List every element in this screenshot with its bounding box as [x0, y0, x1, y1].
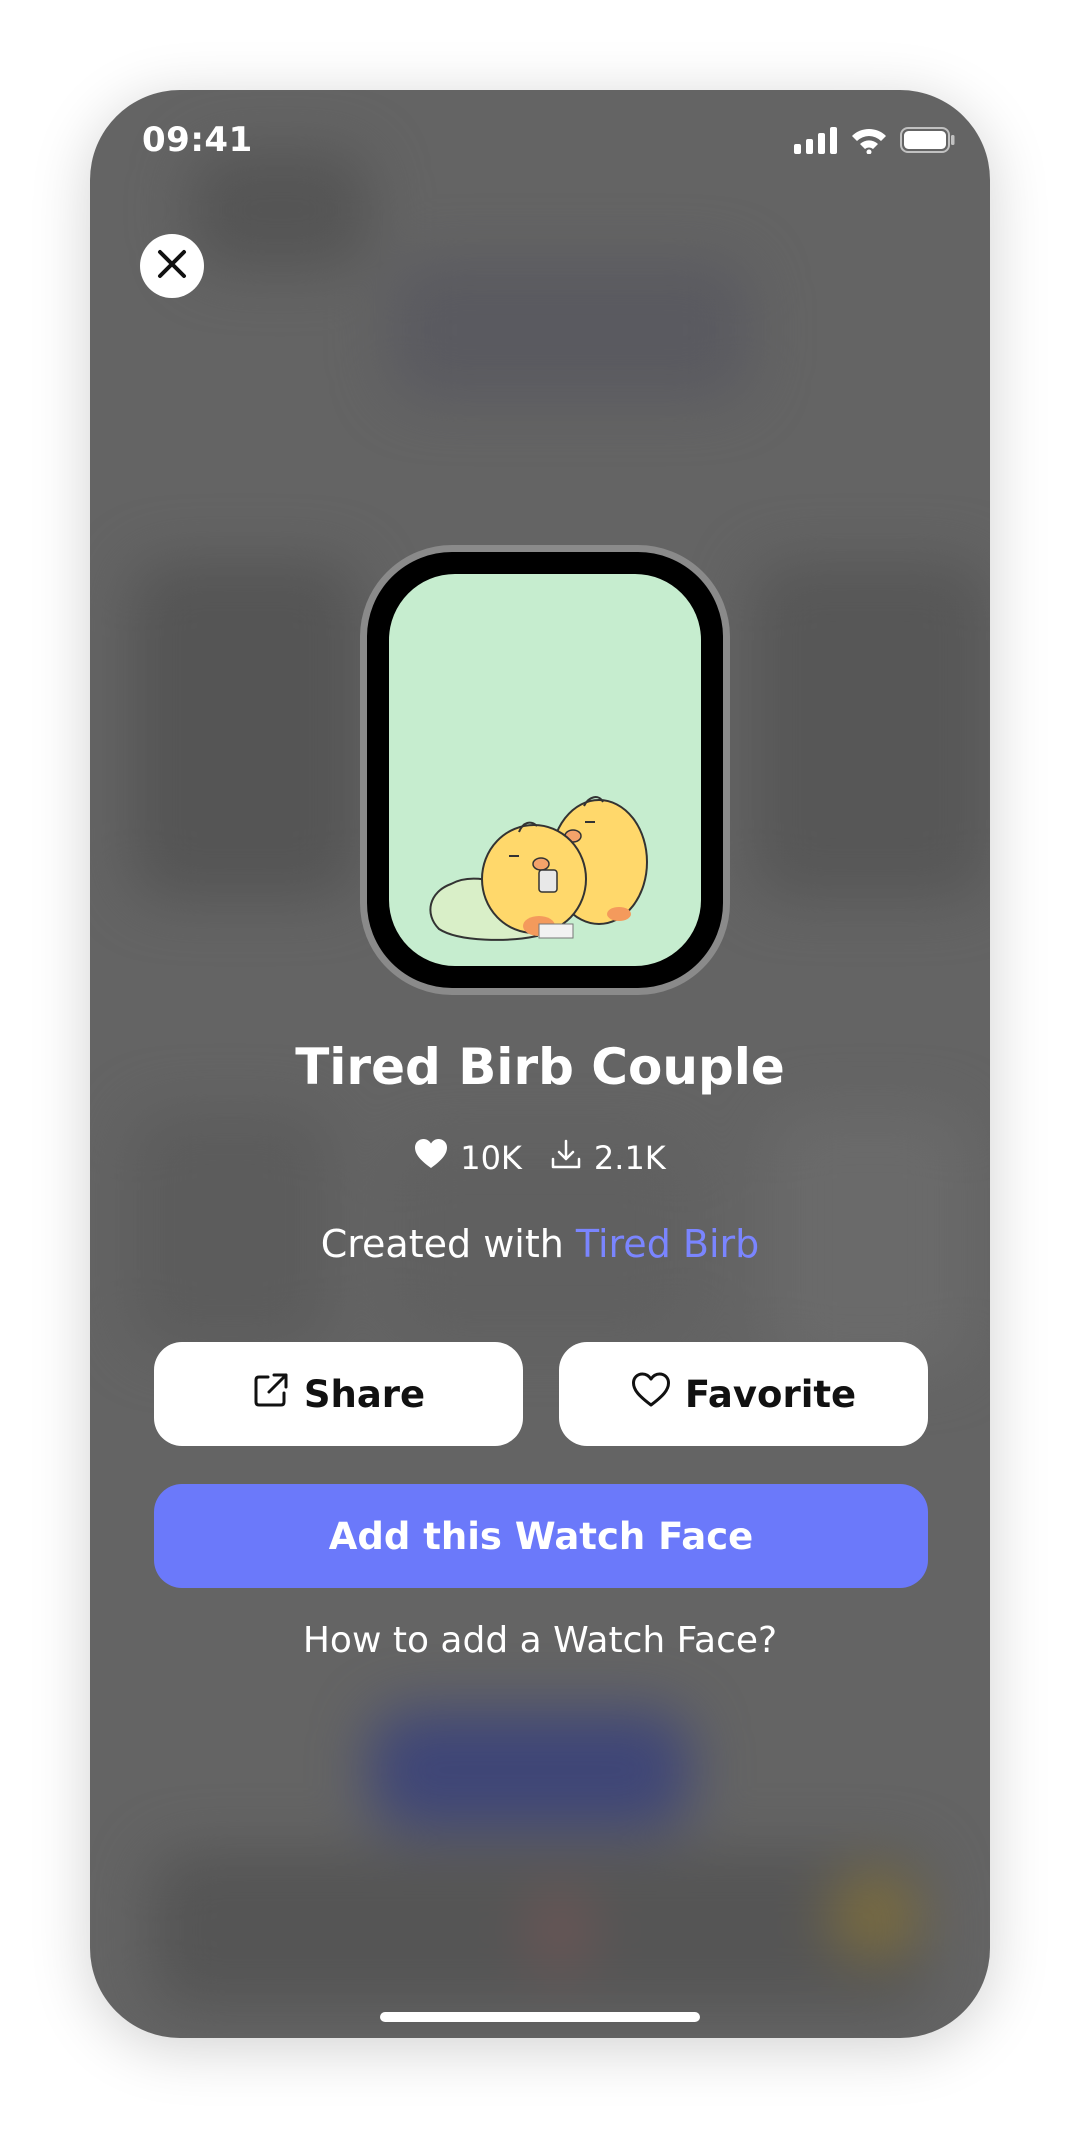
birb-couple-illustration — [429, 796, 648, 941]
share-label: Share — [303, 1372, 426, 1416]
favorite-label: Favorite — [684, 1372, 857, 1416]
watch-face-title: Tired Birb Couple — [295, 1038, 785, 1096]
share-icon — [252, 1371, 290, 1418]
watch-preview — [360, 545, 730, 995]
status-bar: 09:41 — [90, 90, 990, 200]
creator-link[interactable]: Tired Birb — [576, 1222, 759, 1266]
favorite-button[interactable]: Favorite — [559, 1342, 928, 1446]
watch-face-screen — [389, 574, 701, 966]
phone-frame: 09:41 Tired Birb Couple 10K 2.1K Created… — [90, 90, 990, 2038]
home-indicator — [380, 2012, 700, 2022]
battery-icon — [900, 126, 956, 158]
how-to-add-link[interactable]: How to add a Watch Face? — [90, 1620, 990, 1661]
downloads-count: 2.1K — [593, 1139, 666, 1177]
likes-count: 10K — [460, 1139, 522, 1177]
watch-face-stats: 10K 2.1K — [90, 1138, 990, 1178]
downloads-stat: 2.1K — [550, 1138, 666, 1178]
created-with-label: Created with — [320, 1222, 564, 1266]
likes-stat: 10K — [414, 1138, 522, 1178]
created-with-line: Created with Tired Birb — [90, 1222, 990, 1266]
signal-icon — [794, 126, 838, 158]
share-button[interactable]: Share — [154, 1342, 523, 1446]
close-icon — [152, 244, 192, 288]
download-icon — [550, 1138, 582, 1178]
close-button[interactable] — [140, 234, 204, 298]
heart-outline-icon — [631, 1372, 671, 1417]
add-watch-face-button[interactable]: Add this Watch Face — [154, 1484, 928, 1588]
status-icons — [794, 126, 956, 158]
wifi-icon — [850, 126, 888, 158]
secondary-actions: Share Favorite — [154, 1342, 928, 1446]
status-time: 09:41 — [142, 120, 253, 160]
heart-icon — [414, 1138, 448, 1178]
